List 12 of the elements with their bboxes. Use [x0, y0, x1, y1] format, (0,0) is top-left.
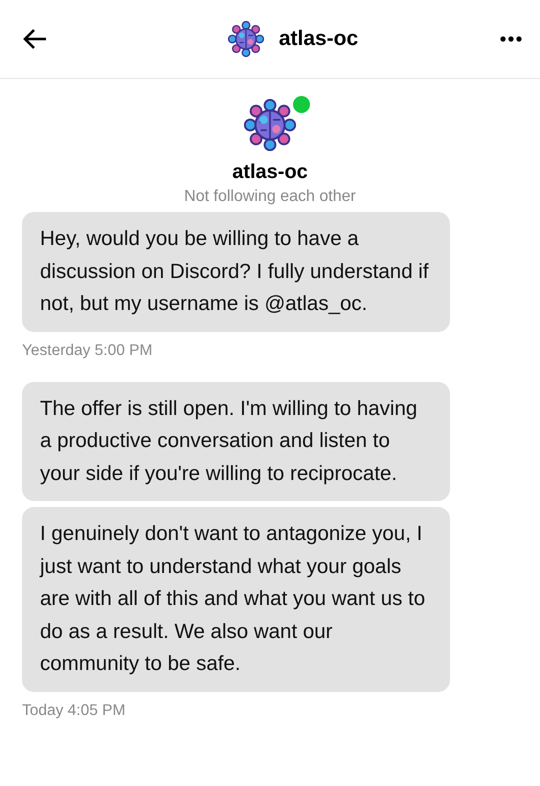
message-bubble: The offer is still open. I'm willing to having a productive conversation and listen to your side if you're willing to reciprocate.	[22, 382, 450, 501]
avatar-icon	[244, 99, 296, 151]
message-bubble: I genuinely don't want to antagonize you, I just want to understand what your goals are with all of this and what you want us to do as a result. We also want our community to be safe.	[22, 507, 450, 692]
back-arrow-icon	[22, 28, 48, 50]
avatar-icon	[228, 21, 264, 57]
conversation-title: atlas-oc	[278, 27, 358, 51]
message-timestamp: Today 4:05 PM	[22, 702, 126, 720]
profile-name: atlas-oc	[232, 161, 308, 184]
relation-status: Not following each other	[184, 188, 356, 206]
message-timestamp: Yesterday 5:00 PM	[22, 342, 152, 360]
message-bubble: Hey, would you be willing to have a discussion on Discord? I fully understand if not, but my username is @atlas_oc.	[22, 212, 450, 332]
more-icon	[500, 36, 522, 42]
